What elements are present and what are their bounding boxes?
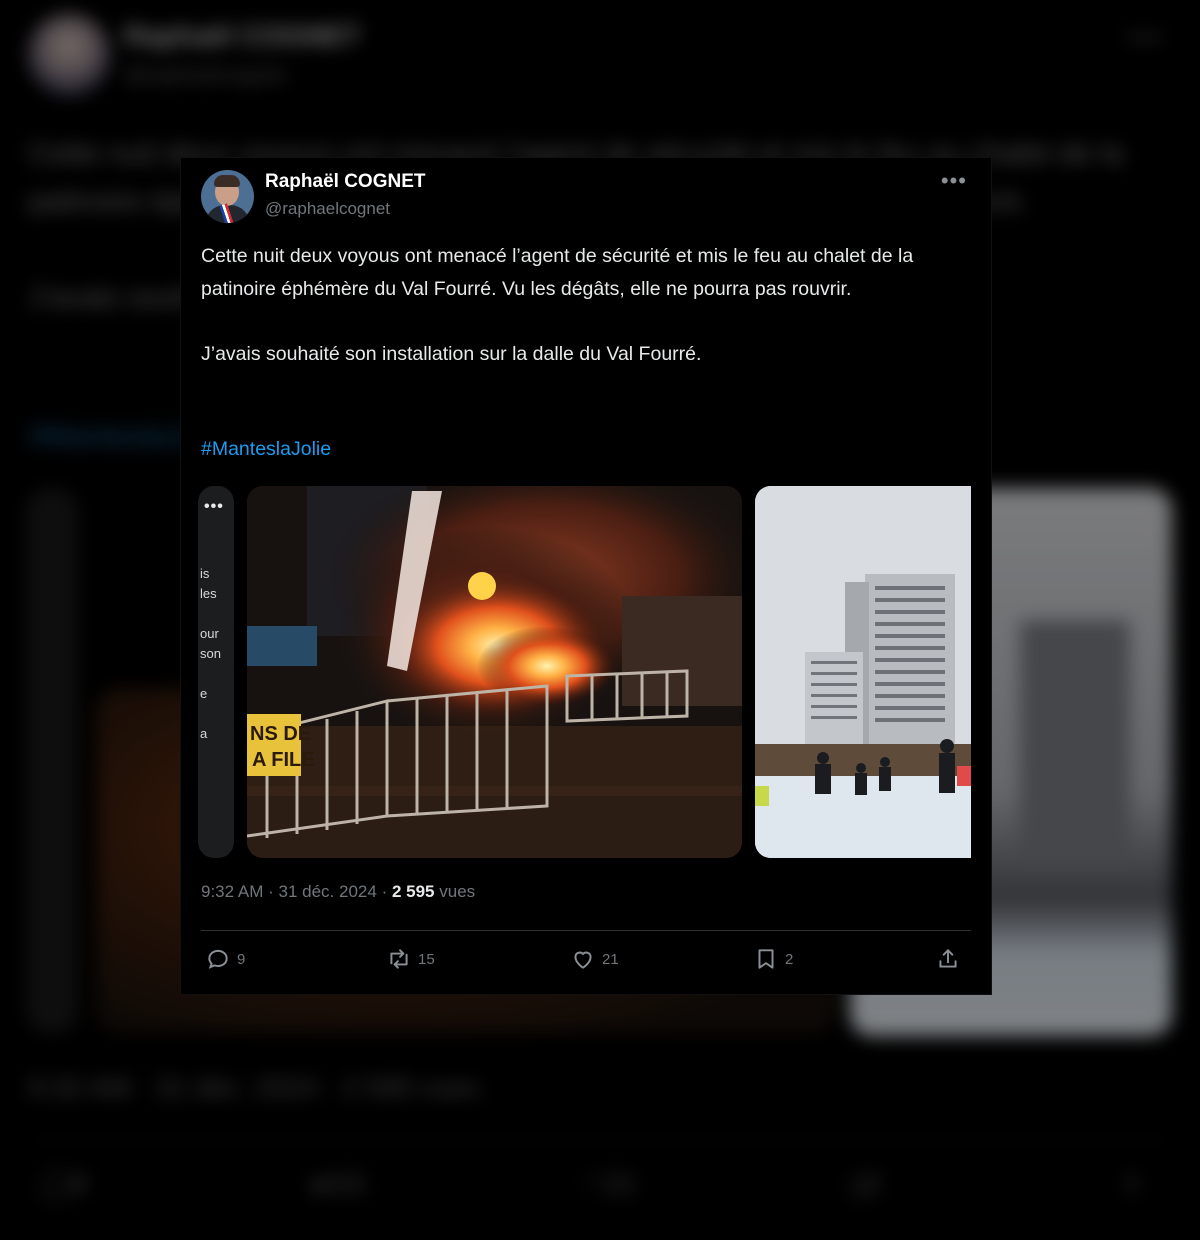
bookmark-count: 2 bbox=[785, 950, 794, 968]
tweet-text: Cette nuit deux voyous ont menacé l’agen… bbox=[201, 240, 961, 371]
tweet-date[interactable]: 31 déc. 2024 bbox=[279, 882, 377, 901]
bookmark-icon bbox=[758, 949, 774, 969]
background-avatar bbox=[28, 14, 110, 96]
background-views-count: 2 595 bbox=[342, 1072, 413, 1103]
background-views-label: vues bbox=[420, 1072, 480, 1103]
reply-button[interactable]: 9 bbox=[205, 946, 245, 972]
tweet-card: Raphaël COGNET @raphaelcognet ••• Cette … bbox=[181, 158, 991, 994]
repost-button[interactable]: 15 bbox=[386, 946, 435, 972]
fire-sign-line-2: A FILE bbox=[252, 749, 315, 771]
background-tower bbox=[1020, 620, 1130, 870]
avatar[interactable] bbox=[201, 170, 254, 223]
reply-bubble-icon bbox=[208, 949, 228, 969]
background-author-handle: @raphaelcognet bbox=[124, 62, 286, 87]
views-count: 2 595 bbox=[391, 882, 435, 901]
divider bbox=[201, 930, 971, 931]
background-reply-count: ◯ 9 bbox=[40, 1168, 87, 1200]
tweet-paragraph-1: Cette nuit deux voyous ont menacé l’agen… bbox=[201, 245, 914, 300]
background-like-count: ♡ 21 bbox=[580, 1168, 637, 1200]
repost-count: 15 bbox=[418, 950, 435, 968]
rink-photo-illustration bbox=[755, 486, 971, 858]
views-label: vues bbox=[439, 882, 476, 901]
like-button[interactable]: 21 bbox=[570, 946, 619, 972]
background-meta: 9:32 AM · 31 déc. 2024 · 2 595 vues bbox=[28, 1072, 480, 1103]
background-separator bbox=[28, 1140, 1172, 1141]
background-author-name: Raphaël COGNET bbox=[124, 20, 361, 51]
repost-arrows-icon bbox=[390, 949, 408, 969]
bookmark-button[interactable]: 2 bbox=[753, 946, 793, 972]
reply-count: 9 bbox=[237, 950, 246, 968]
fire-photo-illustration: NS DE A FILE bbox=[247, 486, 742, 858]
action-bar: 9 15 21 2 bbox=[181, 946, 991, 980]
author-handle[interactable]: @raphaelcognet bbox=[265, 199, 390, 219]
background-share-icon: ⇪ bbox=[1120, 1169, 1144, 1200]
background-date: 31 déc. 2024 bbox=[155, 1072, 318, 1103]
share-button[interactable] bbox=[935, 946, 967, 972]
media-photo-ice-rink[interactable] bbox=[755, 486, 971, 858]
tweet-meta: 9:32 AM · 31 déc. 2024 · 2 595 vues bbox=[201, 882, 475, 902]
fire-sign-line-1: NS DE bbox=[250, 723, 311, 745]
author-name[interactable]: Raphaël COGNET bbox=[265, 171, 425, 193]
media-partial-left[interactable]: ••• is les our son e a bbox=[198, 486, 234, 858]
like-count: 21 bbox=[602, 950, 619, 968]
more-dots-icon[interactable]: ••• bbox=[941, 168, 967, 194]
media-left-text: is les our son e a bbox=[200, 566, 221, 741]
background-media-left bbox=[26, 488, 78, 1033]
tweet-time[interactable]: 9:32 AM bbox=[201, 882, 263, 901]
share-upload-icon bbox=[939, 949, 957, 968]
background-repost-count: ⇄ 15 bbox=[310, 1168, 365, 1200]
tweet-paragraph-2: J’avais souhaité son installation sur la… bbox=[201, 343, 702, 365]
meta-separator: · bbox=[381, 882, 388, 901]
meta-separator: · bbox=[268, 882, 274, 901]
hashtag-link[interactable]: #ManteslaJolie bbox=[201, 438, 331, 461]
background-time: 9:32 AM bbox=[28, 1072, 131, 1103]
heart-icon bbox=[574, 951, 592, 969]
background-bookmark-count: ▯ 2 bbox=[850, 1168, 881, 1200]
media-photo-fire[interactable]: NS DE A FILE bbox=[247, 486, 742, 858]
background-more-icon: ••• bbox=[1127, 22, 1164, 52]
media-left-more-icon: ••• bbox=[204, 498, 224, 515]
